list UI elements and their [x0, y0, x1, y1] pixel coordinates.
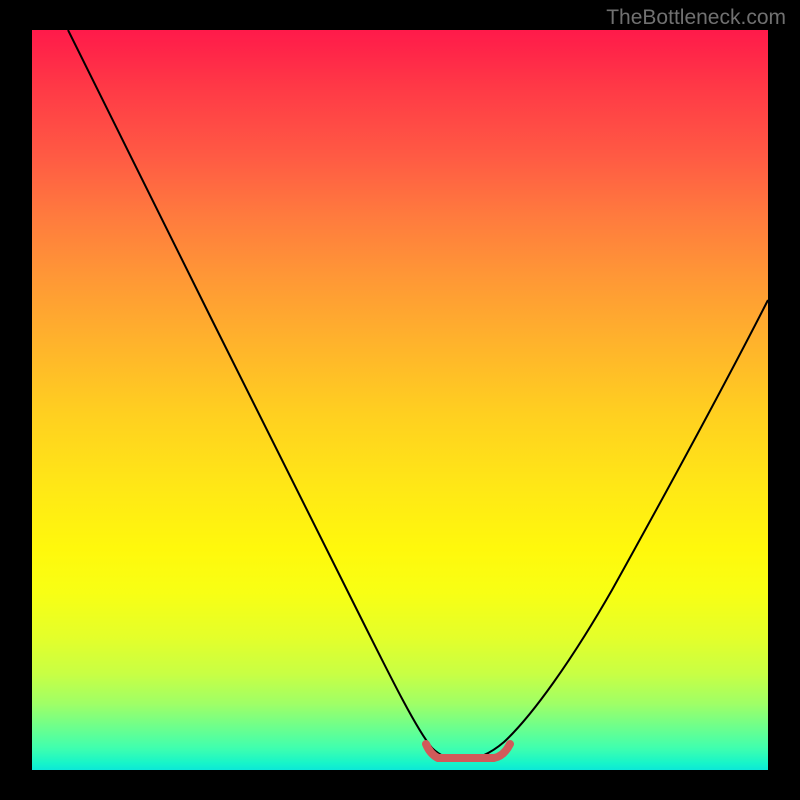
plot-area: [32, 30, 768, 770]
watermark-text: TheBottleneck.com: [606, 6, 786, 30]
bottleneck-curve: [68, 30, 768, 760]
chart-svg: [32, 30, 768, 770]
